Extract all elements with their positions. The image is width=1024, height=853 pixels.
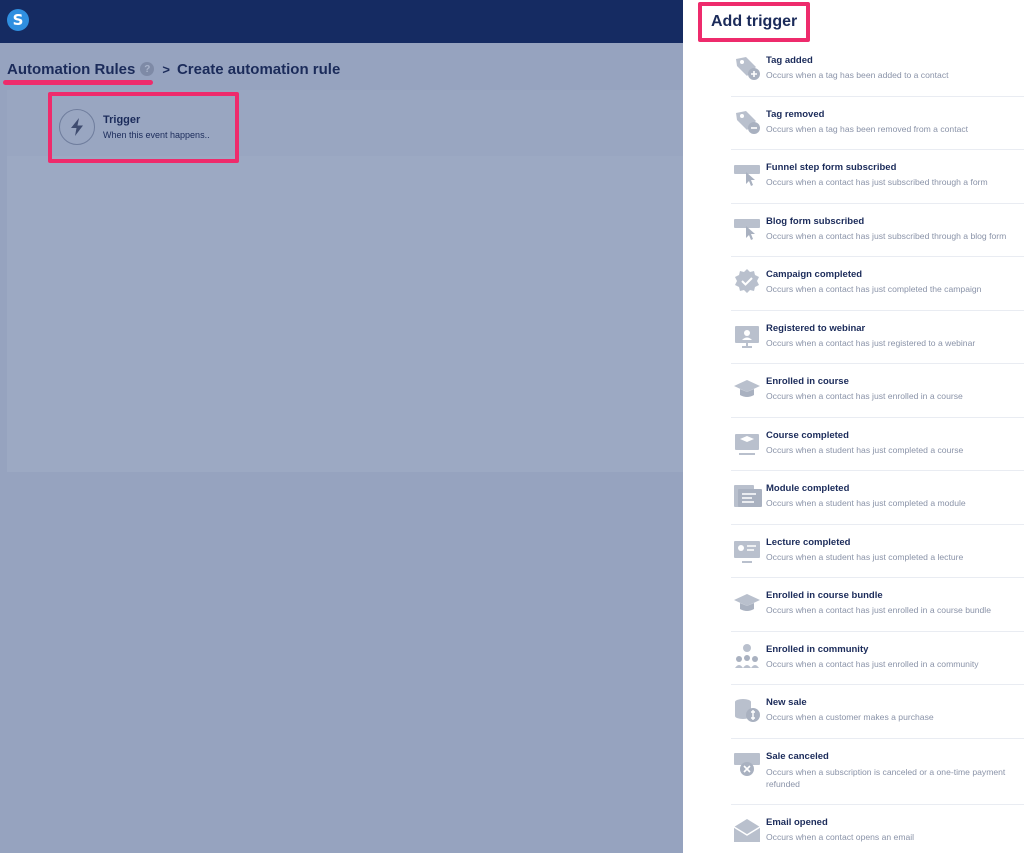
- trigger-option-funnel-form[interactable]: Funnel step form subscribed Occurs when …: [731, 150, 1024, 204]
- trigger-description: Occurs when a contact has just subscribe…: [766, 177, 988, 187]
- trigger-name: Enrolled in community: [766, 643, 869, 655]
- trigger-name: Blog form subscribed: [766, 215, 865, 227]
- chevron-right-icon: >: [162, 61, 170, 77]
- drawer-title: Add trigger: [711, 13, 798, 30]
- trigger-description: Occurs when a contact has just enrolled …: [766, 605, 991, 615]
- trigger-name: Enrolled in course bundle: [766, 590, 883, 601]
- graduation-cap-icon: [732, 588, 762, 618]
- trigger-name: Enrolled in course: [766, 376, 849, 387]
- drawer-title-highlight: Add trigger: [698, 2, 810, 42]
- trigger-description: Occurs when a student has just completed…: [766, 444, 964, 455]
- coins-icon: [732, 695, 762, 725]
- trigger-name: Module completed: [766, 483, 850, 494]
- trigger-description: Occurs when a student has just completed…: [766, 551, 964, 562]
- trigger-option-enrolled-course[interactable]: Enrolled in course Occurs when a contact…: [731, 364, 1024, 418]
- graduation-cap-icon: [732, 374, 762, 404]
- trigger-option-lecture-completed[interactable]: Lecture completed Occurs when a student …: [731, 525, 1024, 578]
- trigger-name: Course completed: [766, 429, 849, 441]
- trigger-subtitle: When this event happens..: [103, 130, 210, 140]
- module-icon: [732, 481, 762, 511]
- trigger-name: New sale: [766, 697, 807, 708]
- trigger-description: Occurs when a contact has just completed…: [766, 284, 982, 294]
- community-icon: [732, 642, 762, 672]
- course-icon: [732, 428, 762, 458]
- trigger-name: Lecture completed: [766, 536, 851, 548]
- trigger-option-sale-canceled[interactable]: Sale canceled Occurs when a subscription…: [731, 739, 1024, 805]
- trigger-option-blog-form[interactable]: Blog form subscribed Occurs when a conta…: [731, 204, 1024, 257]
- lecture-icon: [732, 535, 762, 565]
- trigger-description: Occurs when a tag has been added to a co…: [766, 70, 949, 80]
- trigger-description: Occurs when a subscription is canceled o…: [766, 766, 1006, 789]
- highlight-underline: [3, 80, 153, 85]
- check-badge-icon: [732, 267, 762, 297]
- trigger-name: Tag removed: [766, 108, 825, 120]
- trigger-description: Occurs when a customer makes a purchase: [766, 712, 934, 722]
- rule-canvas: [7, 156, 683, 472]
- trigger-option-campaign-completed[interactable]: Campaign completed Occurs when a contact…: [731, 257, 1024, 311]
- trigger-option-webinar[interactable]: Registered to webinar Occurs when a cont…: [731, 311, 1024, 364]
- trigger-name: Email opened: [766, 816, 828, 828]
- trigger-description: Occurs when a contact has just enrolled …: [766, 391, 963, 401]
- trigger-option-new-sale[interactable]: New sale Occurs when a customer makes a …: [731, 685, 1024, 739]
- trigger-name: Tag added: [766, 55, 813, 66]
- add-trigger-drawer: Add trigger Tag added Occurs when a tag …: [683, 0, 1024, 853]
- tag-remove-icon: [732, 107, 762, 137]
- trigger-list: Tag added Occurs when a tag has been add…: [731, 43, 1024, 853]
- trigger-option-tag-removed[interactable]: Tag removed Occurs when a tag has been r…: [731, 97, 1024, 150]
- trigger-description: Occurs when a contact has just enrolled …: [766, 658, 979, 669]
- info-icon[interactable]: ?: [140, 62, 155, 76]
- tag-add-icon: [732, 53, 762, 83]
- trigger-option-tag-added[interactable]: Tag added Occurs when a tag has been add…: [731, 43, 1024, 97]
- trigger-description: Occurs when a contact has just registere…: [766, 337, 976, 348]
- trigger-option-enrolled-bundle[interactable]: Enrolled in course bundle Occurs when a …: [731, 578, 1024, 632]
- webinar-icon: [732, 321, 762, 351]
- breadcrumb-current: Create automation rule: [176, 60, 341, 78]
- trigger-name: Registered to webinar: [766, 322, 866, 334]
- trigger-option-module-completed[interactable]: Module completed Occurs when a student h…: [731, 471, 1024, 525]
- trigger-description: Occurs when a tag has been removed from …: [766, 123, 969, 134]
- trigger-option-enrolled-community[interactable]: Enrolled in community Occurs when a cont…: [731, 632, 1024, 685]
- trigger-option-email-opened[interactable]: Email opened Occurs when a contact opens…: [731, 805, 1024, 853]
- app-logo[interactable]: S: [7, 9, 29, 31]
- breadcrumb-automation-rules[interactable]: Automation Rules: [7, 61, 135, 78]
- trigger-name: Sale canceled: [766, 750, 829, 762]
- trigger-description: Occurs when a contact opens an email: [766, 831, 915, 842]
- trigger-step-card[interactable]: Trigger When this event happens..: [48, 92, 239, 163]
- trigger-description: Occurs when a student has just completed…: [766, 498, 966, 508]
- top-bar: S: [0, 0, 683, 43]
- lightning-bolt-icon: [59, 109, 95, 145]
- envelope-icon: [732, 815, 762, 845]
- breadcrumb: Automation Rules ? > Create automation r…: [7, 59, 340, 79]
- trigger-name: Funnel step form subscribed: [766, 162, 897, 173]
- trigger-description: Occurs when a contact has just subscribe…: [766, 230, 1007, 241]
- form-click-icon: [732, 214, 762, 244]
- form-click-icon: [732, 160, 762, 190]
- sale-cancel-icon: [732, 749, 762, 779]
- trigger-title: Trigger: [103, 114, 141, 126]
- trigger-name: Campaign completed: [766, 269, 863, 280]
- trigger-option-course-completed[interactable]: Course completed Occurs when a student h…: [731, 418, 1024, 471]
